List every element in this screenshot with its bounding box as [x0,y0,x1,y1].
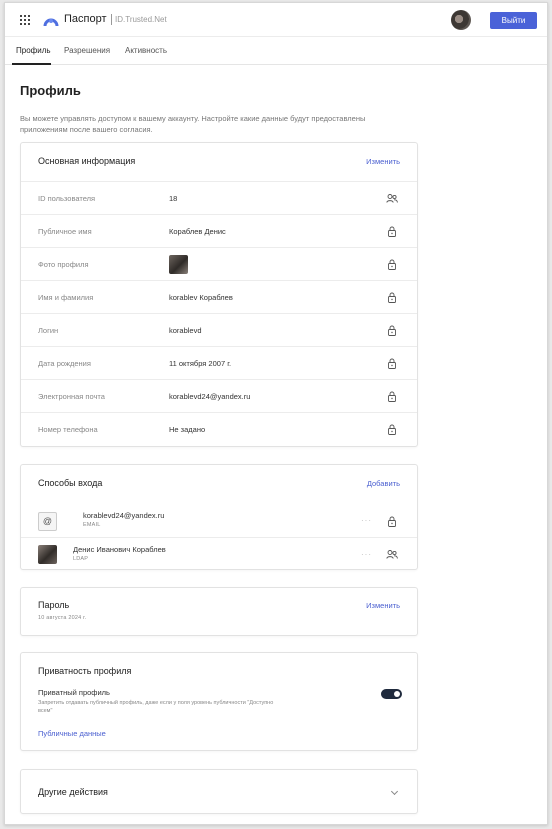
row-value: 18 [169,194,178,203]
apps-grid-icon[interactable] [20,15,30,25]
app-window: Паспорт ID.Trusted.Net Выйти Профиль Раз… [4,2,548,825]
privacy-title: Приватность профиля [38,666,132,676]
toggle-knob [394,691,400,697]
private-profile-label: Приватный профиль [38,688,110,697]
user-group-icon[interactable] [386,549,398,560]
lock-icon[interactable] [386,292,398,303]
row-label: Логин [38,326,59,335]
lock-icon[interactable] [386,358,398,369]
ldap-avatar [38,545,57,564]
domain-label: ID.Trusted.Net [115,15,167,24]
more-options-icon[interactable]: ··· [361,550,372,559]
row-value: korablevd24@yandex.ru [169,392,251,401]
login-method-email: @ korablevd24@yandex.ru EMAIL ··· [21,504,417,537]
private-profile-hint: Запретить отдавать публичный профиль, да… [38,700,274,714]
basic-info-card: Основная информация Изменить ID пользова… [20,142,418,447]
logout-button[interactable]: Выйти [490,12,537,29]
edit-basic-info-link[interactable]: Изменить [366,157,400,166]
lock-icon[interactable] [386,325,398,336]
other-actions-card[interactable]: Другие действия [20,769,418,814]
login-type: EMAIL [83,522,101,528]
public-data-link[interactable]: Публичные данные [38,729,106,738]
row-value: korablevd [169,326,202,335]
login-type: LDAP [73,556,89,562]
password-date: 10 августа 2024 г. [38,615,87,621]
header-divider [111,14,112,25]
info-row: Электронная почта korablevd24@yandex.ru [21,379,417,412]
login-methods-title: Способы входа [38,478,103,488]
row-value: korablev Кораблев [169,293,233,302]
profile-photo [169,255,188,274]
password-card: Пароль 10 августа 2024 г. Изменить [20,587,418,636]
login-value: korablevd24@yandex.ru [83,511,165,520]
row-label: Фото профиля [38,260,89,269]
passport-logo-icon [43,18,59,27]
row-label: Имя и фамилия [38,293,94,302]
add-login-method-link[interactable]: Добавить [367,479,400,488]
private-profile-toggle[interactable] [381,689,402,699]
page-description: Вы можете управлять доступом к вашему ак… [20,114,366,134]
other-actions-title: Другие действия [38,787,108,797]
login-methods-card: Способы входа Добавить @ korablevd24@yan… [20,464,418,570]
row-label: Номер телефона [38,425,98,434]
row-label: Электронная почта [38,392,105,401]
login-method-ldap: Денис Иванович Кораблев LDAP ··· [21,537,417,570]
privacy-card: Приватность профиля Приватный профиль За… [20,652,418,751]
password-title: Пароль [38,600,70,610]
app-name: Паспорт [64,13,107,25]
lock-icon[interactable] [386,259,398,270]
login-value: Денис Иванович Кораблев [73,545,166,554]
row-value: 11 октября 2007 г. [169,359,232,368]
more-options-icon[interactable]: ··· [361,516,372,525]
row-label: Публичное имя [38,227,92,236]
tab-activity[interactable]: Активность [125,46,167,55]
info-row: Логин korablevd [21,313,417,346]
row-label: Дата рождения [38,359,91,368]
lock-icon[interactable] [386,516,398,527]
row-value: Кораблев Денис [169,227,226,236]
info-row: Дата рождения 11 октября 2007 г. [21,346,417,379]
top-header: Паспорт ID.Trusted.Net Выйти [5,3,547,37]
tab-profile[interactable]: Профиль [16,46,51,55]
row-value: Не задано [169,425,206,434]
user-avatar[interactable] [451,10,471,30]
row-label: ID пользователя [38,194,96,203]
info-row: Имя и фамилия korablev Кораблев [21,280,417,313]
change-password-link[interactable]: Изменить [366,601,400,610]
info-row: Номер телефона Не задано [21,412,417,445]
tab-bar: Профиль Разрешения Активность [5,37,547,65]
active-tab-indicator [12,63,51,65]
basic-info-title: Основная информация [38,156,136,166]
chevron-down-icon[interactable] [390,787,399,796]
user-group-icon[interactable] [386,193,398,204]
info-row: Публичное имя Кораблев Денис [21,214,417,247]
info-row: Фото профиля [21,247,417,280]
lock-icon[interactable] [386,424,398,435]
lock-icon[interactable] [386,391,398,402]
lock-icon[interactable] [386,226,398,237]
tab-permissions[interactable]: Разрешения [64,46,110,55]
page-title: Профиль [20,83,81,98]
info-row: ID пользователя 18 [21,181,417,214]
at-sign-icon: @ [38,512,57,531]
